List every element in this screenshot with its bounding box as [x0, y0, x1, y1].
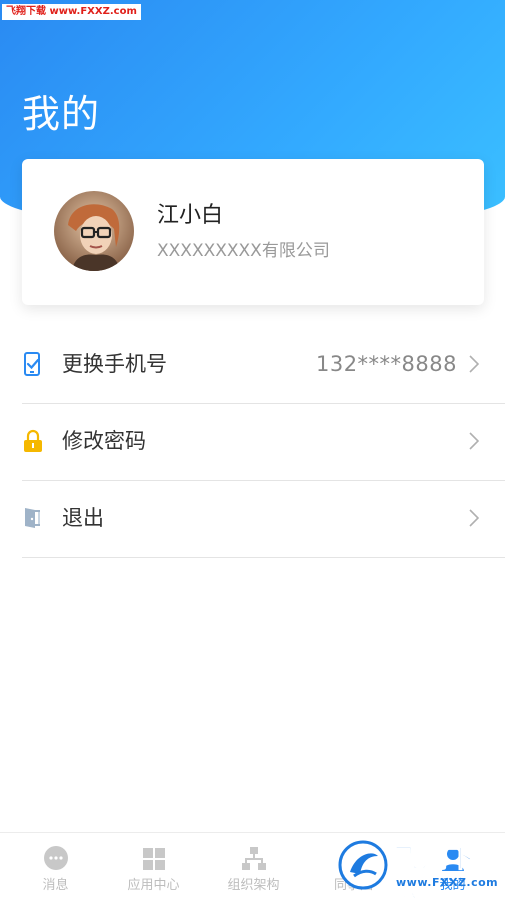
org-chart-icon	[240, 845, 268, 873]
app-grid-icon	[140, 845, 168, 873]
watermark-brand: 飞翔下载	[394, 844, 476, 904]
exit-door-icon	[22, 506, 44, 530]
tab-label: 消息	[42, 878, 69, 893]
menu-label-change-phone: 更换手机号	[62, 352, 167, 376]
tab-label: 组织架构	[227, 878, 280, 893]
chevron-right-icon	[469, 432, 480, 450]
chevron-right-icon	[469, 355, 480, 373]
user-company: XXXXXXXXX有限公司	[157, 241, 330, 261]
menu-item-change-password[interactable]: 修改密码	[22, 404, 505, 481]
menu-item-logout[interactable]: 退出	[22, 481, 505, 558]
user-name: 江小白	[157, 203, 224, 228]
chat-bubble-icon	[42, 845, 70, 873]
watermark-top: 飞翔下载 www.FXXZ.com	[2, 4, 141, 20]
avatar[interactable]	[54, 191, 134, 271]
watermark-bottom: 飞翔下载 www.FXXZ.com	[338, 838, 499, 904]
phone-check-icon	[22, 352, 44, 376]
menu-label-logout: 退出	[62, 506, 104, 530]
lock-icon	[22, 429, 44, 453]
menu-item-change-phone[interactable]: 更换手机号 132****8888	[22, 327, 505, 404]
page-title: 我的	[22, 92, 101, 136]
watermark-url: www.FXXZ.com	[396, 876, 499, 889]
tab-label: 应用中心	[127, 878, 180, 893]
tab-messages[interactable]: 消息	[5, 833, 106, 901]
tab-app-center[interactable]: 应用中心	[103, 833, 204, 901]
chevron-right-icon	[469, 509, 480, 527]
profile-card[interactable]: 江小白 XXXXXXXXX有限公司	[22, 159, 484, 305]
tab-org-chart[interactable]: 组织架构	[203, 833, 304, 901]
menu-label-change-password: 修改密码	[62, 429, 146, 453]
phone-number-value: 132****8888	[315, 352, 457, 376]
watermark-logo-icon	[338, 840, 388, 890]
